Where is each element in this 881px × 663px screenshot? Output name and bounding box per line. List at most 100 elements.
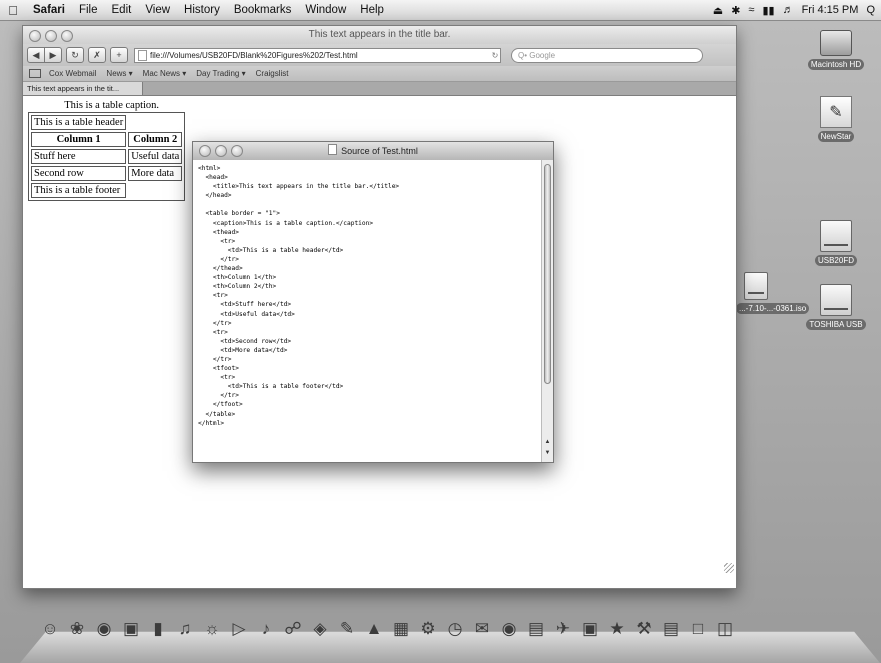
numbers-icon[interactable]: ▦ <box>389 615 413 642</box>
go-icon[interactable]: ↻ <box>490 51 500 60</box>
desktop-icon-toshiba-usb[interactable]: TOSHIBA USB <box>798 284 874 330</box>
table-row: This is a table header <box>31 115 182 130</box>
mail-icon[interactable]: ✈ <box>551 615 575 642</box>
zoom-button[interactable] <box>61 30 73 42</box>
source-close-button[interactable] <box>199 145 211 157</box>
itunes-icon[interactable]: ♫ <box>173 615 197 642</box>
menu-app-name[interactable]: Safari <box>26 4 72 16</box>
back-button[interactable]: ◀ <box>27 47 45 63</box>
safari-icon[interactable]: ◉ <box>92 615 116 642</box>
resize-handle[interactable] <box>724 563 734 573</box>
menu-bookmarks[interactable]: Bookmarks <box>227 4 299 16</box>
documents-folder-icon[interactable]: ▤ <box>659 615 683 642</box>
page-icon <box>138 49 147 61</box>
table-cell: Stuff here <box>31 149 127 164</box>
scroll-down-arrow-icon[interactable]: ▼ <box>542 450 553 459</box>
source-code[interactable]: <html> <head> <title>This text appears i… <box>193 160 541 462</box>
source-title-bar[interactable]: Source of Test.html <box>193 142 553 160</box>
bookmarks-bar: Cox Webmail News ▾ Mac News ▾ Day Tradin… <box>23 66 736 82</box>
address-bar[interactable]: file:///Volumes/USB20FD/Blank%20Figures%… <box>134 47 501 63</box>
menu-window[interactable]: Window <box>298 4 353 16</box>
usb-drive-icon <box>820 220 852 252</box>
menu-extras: ⏏ ✱ ≈ ▮▮ ♬ Fri 4:15 PM Q <box>705 0 875 20</box>
address-book-icon[interactable]: ▤ <box>524 615 548 642</box>
trash-icon[interactable]: ◫ <box>713 615 737 642</box>
bookmark-news[interactable]: News ▾ <box>106 69 132 78</box>
utilities-icon[interactable]: ⚒ <box>632 615 656 642</box>
table-row: This is a table footer <box>31 183 182 198</box>
disk-image-icon <box>744 272 768 300</box>
menu-file[interactable]: File <box>72 4 105 16</box>
pages-icon[interactable]: ✎ <box>335 615 359 642</box>
keynote-icon[interactable]: ▲ <box>362 615 386 642</box>
spotlight-icon[interactable]: Q <box>866 4 875 16</box>
bluetooth-icon[interactable]: ✱ <box>731 4 740 17</box>
minimize-button[interactable] <box>45 30 57 42</box>
source-zoom-button[interactable] <box>231 145 243 157</box>
desktop-icon-label: ...-7.10-...-0361.iso <box>736 303 810 314</box>
dashboard-icon[interactable]: ❀ <box>65 615 89 642</box>
dock: ☺ ❀ ◉ ▣ ▮ ♫ ☼ ▷ ♪ ☍ ◈ ✎ ▲ ▦ ⚙ ◷ ✉ ◉ ▤ ✈ … <box>38 615 737 642</box>
apple-menu-icon[interactable]:  <box>0 3 26 18</box>
imovie-icon[interactable]: ▷ <box>227 615 251 642</box>
source-minimize-button[interactable] <box>215 145 227 157</box>
preview-icon[interactable]: ▣ <box>119 615 143 642</box>
table-footer-cell: This is a table footer <box>31 183 127 198</box>
table: This is a table header Column 1 Column 2… <box>28 112 186 201</box>
stop-button[interactable]: ✗ <box>88 47 106 63</box>
scroll-up-arrow-icon[interactable]: ▲ <box>542 439 553 448</box>
table-row: Stuff here Useful data <box>31 149 183 164</box>
scroll-thumb[interactable] <box>544 164 551 384</box>
usb-drive-icon <box>820 284 852 316</box>
battery-icon[interactable]: ▮▮ <box>762 4 774 17</box>
time-machine-icon[interactable]: ◷ <box>443 615 467 642</box>
column-header-2: Column 2 <box>128 132 183 147</box>
source-window-title: Source of Test.html <box>341 146 418 156</box>
safari-title-bar[interactable]: This text appears in the title bar. <box>23 26 736 44</box>
desktop-icon-label: NewStar <box>817 131 855 142</box>
table-cell: More data <box>128 166 183 181</box>
finder-icon[interactable]: ☺ <box>38 615 62 642</box>
app-icon: ✎ <box>820 96 852 128</box>
iweb-icon[interactable]: ☍ <box>281 615 305 642</box>
garageband-icon[interactable]: ♪ <box>254 615 278 642</box>
bookmark-mac-news[interactable]: Mac News ▾ <box>143 69 187 78</box>
add-bookmark-button[interactable]: + <box>110 47 128 63</box>
menu-view[interactable]: View <box>138 4 177 16</box>
bookmark-day-trading[interactable]: Day Trading ▾ <box>196 69 245 78</box>
system-preferences-icon[interactable]: ⚙ <box>416 615 440 642</box>
table-caption: This is a table caption. <box>64 100 160 111</box>
vertical-scrollbar[interactable]: ▲ ▼ <box>541 160 553 462</box>
tab-current[interactable]: This text appears in the tit... <box>23 82 143 95</box>
idvd-icon[interactable]: ◈ <box>308 615 332 642</box>
iphoto-icon[interactable]: ☼ <box>200 615 224 642</box>
desktop-icon-newstar[interactable]: ✎ NewStar <box>798 96 874 142</box>
bookmark-cox-webmail[interactable]: Cox Webmail <box>49 69 96 78</box>
photos-icon[interactable]: ▣ <box>578 615 602 642</box>
app-store-icon[interactable]: ★ <box>605 615 629 642</box>
table-row: Column 1 Column 2 <box>31 132 183 147</box>
search-field[interactable]: Q• Google <box>511 47 703 63</box>
menu-clock[interactable]: Fri 4:15 PM <box>802 4 859 16</box>
menu-history[interactable]: History <box>177 4 227 16</box>
bookmarks-book-icon[interactable] <box>29 69 41 78</box>
photo-booth-icon[interactable]: ◉ <box>497 615 521 642</box>
source-window: Source of Test.html <html> <head> <title… <box>192 141 554 463</box>
desktop-icon-usb20fd[interactable]: USB20FD <box>798 220 874 266</box>
bookmark-craigslist[interactable]: Craigslist <box>256 69 289 78</box>
close-button[interactable] <box>29 30 41 42</box>
forward-button[interactable]: ▶ <box>45 47 62 63</box>
menu-help[interactable]: Help <box>353 4 391 16</box>
hard-disk-icon <box>820 30 852 56</box>
menu-edit[interactable]: Edit <box>105 4 139 16</box>
wifi-icon[interactable]: ≈ <box>748 4 754 16</box>
chat-icon[interactable]: ✉ <box>470 615 494 642</box>
desktop-icon-macintosh-hd[interactable]: Macintosh HD <box>798 30 874 70</box>
reload-button[interactable]: ↻ <box>66 47 84 63</box>
eject-icon[interactable]: ⏏ <box>713 4 723 17</box>
ibooks-icon[interactable]: ▮ <box>146 615 170 642</box>
table-cell: Second row <box>31 166 127 181</box>
desktop-icon-label: Macintosh HD <box>807 59 865 70</box>
volume-icon[interactable]: ♬ <box>783 4 794 16</box>
downloads-folder-icon[interactable]: □ <box>686 615 710 642</box>
